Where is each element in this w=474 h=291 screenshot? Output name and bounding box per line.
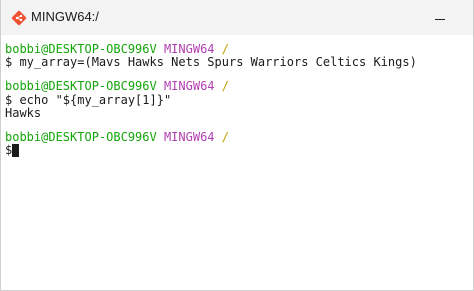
command-output: Hawks xyxy=(5,105,42,120)
prompt-shell: MINGW64 xyxy=(163,129,215,144)
minimize-icon xyxy=(435,18,445,20)
terminal-window: MINGW64:/ bobbi@DESKTOP-OBC996V MINGW64 … xyxy=(0,0,474,291)
prompt-path: / xyxy=(221,42,229,56)
git-diamond-icon xyxy=(11,10,27,26)
prompt-path: / xyxy=(221,129,229,144)
minimize-button[interactable] xyxy=(417,4,463,32)
prompt-symbol: $ xyxy=(5,143,13,158)
prompt-user: bobbi@DESKTOP-OBC996V xyxy=(5,129,157,144)
title-bar[interactable]: MINGW64:/ xyxy=(1,0,473,35)
prompt-shell: MINGW64 xyxy=(163,42,215,56)
window-title: MINGW64:/ xyxy=(31,9,99,24)
prompt-path: / xyxy=(221,79,229,94)
prompt-shell: MINGW64 xyxy=(163,79,215,94)
active-prompt-line[interactable]: $ xyxy=(5,143,473,158)
command-line: $ my_array=(Mavs Hawks Nets Spurs Warrio… xyxy=(5,55,417,70)
prompt-line: bobbi@DESKTOP-OBC996V MINGW64 / xyxy=(5,129,473,144)
prompt-line: bobbi@DESKTOP-OBC996V MINGW64 / xyxy=(5,42,473,56)
prompt-line: bobbi@DESKTOP-OBC996V MINGW64 / xyxy=(5,80,473,93)
prompt-user: bobbi@DESKTOP-OBC996V xyxy=(5,42,157,56)
text-cursor xyxy=(12,144,20,158)
terminal-output[interactable]: bobbi@DESKTOP-OBC996V MINGW64 / $ my_arr… xyxy=(1,35,473,290)
command-line: $ echo "${my_array[1]}" xyxy=(5,92,172,107)
prompt-user: bobbi@DESKTOP-OBC996V xyxy=(5,79,157,94)
